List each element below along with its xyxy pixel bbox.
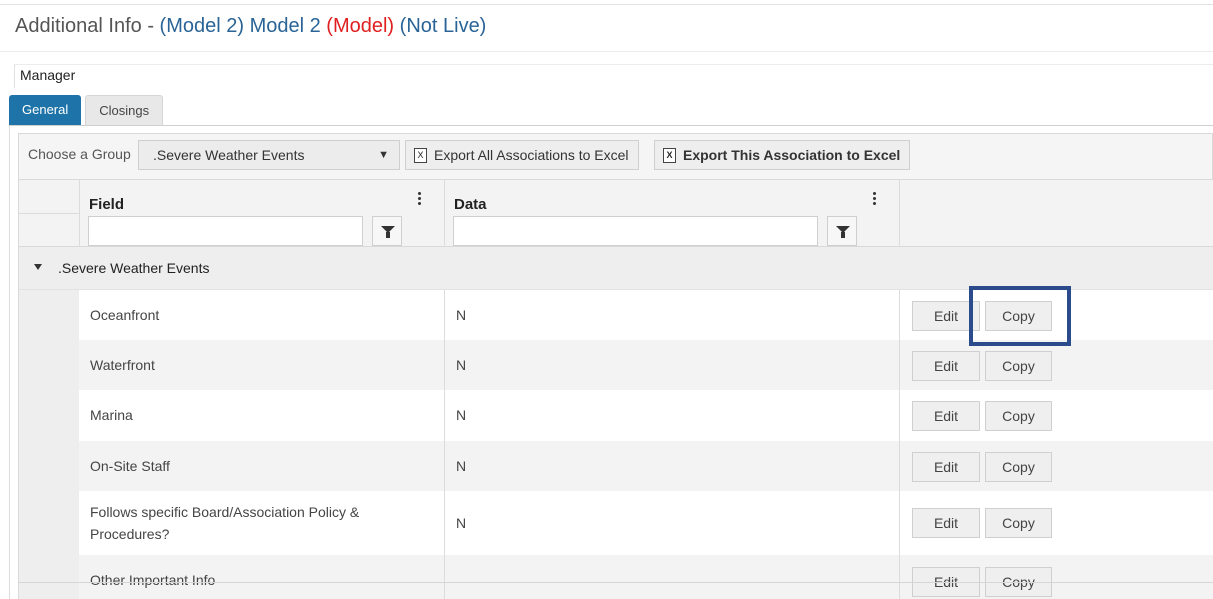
group-name: .Severe Weather Events [58, 260, 210, 276]
tab-bar: General Closings [9, 95, 164, 125]
group-header-row: .Severe Weather Events [19, 247, 1213, 290]
row-field: On-Site Staff [90, 458, 170, 474]
group-select-value: .Severe Weather Events [153, 147, 305, 163]
export-this-button[interactable]: X Export This Association to Excel [654, 140, 911, 170]
page-title-live-status: (Not Live) [399, 15, 487, 37]
row-data: N [456, 407, 467, 423]
chevron-down-icon: ▼ [378, 149, 389, 161]
title-divider [0, 51, 1213, 52]
manager-section [14, 64, 1213, 88]
edit-button[interactable]: Edit [912, 301, 980, 331]
row-field: Other Important Info [90, 572, 216, 588]
page-title-model-name: Model 2 [249, 15, 321, 37]
edit-button[interactable]: Edit [912, 351, 980, 381]
column-divider [79, 180, 80, 248]
data-grid: Field Data .Severe Weather Events Oceanf… [18, 179, 1213, 599]
choose-group-label: Choose a Group [28, 146, 131, 162]
copy-button[interactable]: Copy [985, 452, 1052, 482]
row-data: N [456, 458, 467, 474]
copy-button[interactable]: Copy [985, 508, 1052, 538]
export-all-button[interactable]: X Export All Associations to Excel [405, 140, 639, 170]
tab-closings[interactable]: Closings [85, 95, 164, 125]
data-filter-input[interactable] [453, 216, 818, 246]
page-title-base: Additional Info - [15, 15, 160, 37]
field-filter-button[interactable] [372, 216, 402, 246]
table-row: Marina N Edit Copy [79, 390, 1213, 441]
copy-button[interactable]: Copy [985, 301, 1052, 331]
export-this-label: Export This Association to Excel [683, 147, 901, 163]
field-column-menu-icon[interactable] [413, 190, 425, 208]
column-header-field: Field [89, 196, 125, 213]
row-data: N [456, 307, 467, 323]
manager-label: Manager [20, 67, 76, 83]
row-data: N [456, 357, 467, 373]
page-title: Additional Info - (Model 2) Model 2 (Mod… [15, 15, 486, 38]
table-row: Waterfront N Edit Copy [79, 340, 1213, 390]
row-field: Follows specific Board/Association Polic… [90, 504, 360, 542]
excel-icon: X [414, 148, 427, 163]
row-data: N [456, 515, 467, 531]
column-divider [899, 180, 900, 248]
row-field: Oceanfront [90, 307, 160, 323]
collapse-triangle-icon[interactable] [34, 264, 42, 270]
row-field: Marina [90, 407, 133, 423]
column-header-data: Data [454, 196, 487, 213]
field-filter-input[interactable] [88, 216, 363, 246]
table-row: Follows specific Board/Association Polic… [79, 491, 1213, 555]
header-divider [19, 213, 79, 214]
column-divider [444, 180, 445, 248]
group-select[interactable]: .Severe Weather Events ▼ [138, 140, 400, 170]
copy-button[interactable]: Copy [985, 351, 1052, 381]
group-indent [19, 290, 79, 599]
excel-icon: X [663, 148, 676, 163]
table-row: Oceanfront N Edit Copy [79, 290, 1213, 340]
table-row: Other Important Info Edit Copy [79, 555, 1213, 599]
page-title-model-code: (Model 2) [159, 15, 245, 37]
copy-button[interactable]: Copy [985, 401, 1052, 431]
top-divider [0, 4, 1213, 5]
grid-bottom-border [18, 582, 1213, 583]
edit-button[interactable]: Edit [912, 401, 980, 431]
edit-button[interactable]: Edit [912, 452, 980, 482]
table-row: On-Site Staff N Edit Copy [79, 441, 1213, 491]
edit-button[interactable]: Edit [912, 508, 980, 538]
export-all-label: Export All Associations to Excel [434, 147, 629, 163]
data-column-menu-icon[interactable] [868, 190, 880, 208]
data-filter-button[interactable] [827, 216, 857, 246]
row-field: Waterfront [90, 357, 155, 373]
tab-general[interactable]: General [9, 95, 82, 125]
grid-header: Field Data [19, 179, 1213, 248]
page-title-model-type: (Model) [326, 15, 395, 37]
